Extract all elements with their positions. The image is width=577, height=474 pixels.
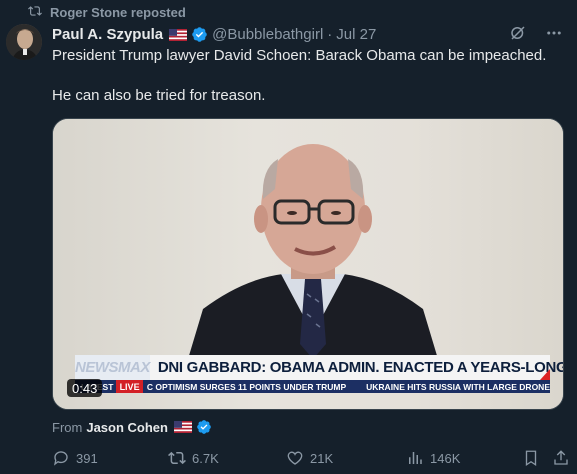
repost-icon	[168, 449, 186, 467]
reply-button[interactable]: 391	[52, 448, 98, 468]
ticker-live: LIVE	[116, 380, 143, 393]
ticker-item: UKRAINE HITS RUSSIA WITH LARGE DRONE	[366, 381, 550, 392]
source-author-name[interactable]: Jason Cohen	[86, 420, 168, 435]
grok-icon[interactable]	[509, 24, 527, 42]
repost-label: Roger Stone reposted	[50, 4, 186, 20]
verified-badge-icon[interactable]	[191, 26, 208, 43]
bookmark-button[interactable]	[522, 448, 540, 468]
red-corner-accent	[540, 369, 550, 380]
tweet-action-bar: 391 6.7K 21K 146K	[52, 448, 570, 468]
like-button[interactable]: 21K	[286, 448, 333, 468]
us-flag-icon	[173, 421, 192, 433]
repost-button[interactable]: 6.7K	[168, 448, 219, 468]
reply-count: 391	[76, 450, 98, 466]
author-name[interactable]: Paul A. Szypula	[52, 26, 163, 43]
news-headline: DNI GABBARD: OBAMA ADMIN. ENACTED A YEAR…	[157, 359, 564, 376]
from-label: From	[52, 419, 83, 435]
headline-bar: NEWSMAX DNI GABBARD: OBAMA ADMIN. ENACTE…	[75, 355, 563, 380]
views-count: 146K	[430, 450, 461, 466]
views-button[interactable]: 146K	[406, 448, 460, 468]
avatar[interactable]	[6, 24, 42, 60]
network-logo: NEWSMAX	[75, 355, 150, 380]
like-count: 21K	[310, 450, 334, 466]
repost-icon	[28, 4, 42, 21]
video-person-image	[188, 144, 438, 359]
news-ticker: LATEST LIVE C OPTIMISM SURGES 11 POINTS …	[75, 380, 550, 393]
video-duration: 0:43	[67, 379, 103, 397]
news-lower-third: NEWSMAX DNI GABBARD: OBAMA ADMIN. ENACTE…	[75, 355, 563, 393]
separator-dot: ·	[327, 25, 333, 43]
share-button[interactable]	[552, 448, 570, 468]
tweet-date[interactable]: Jul 27	[336, 26, 376, 43]
tweet-paragraph: President Trump lawyer David Schoen: Bar…	[52, 47, 547, 64]
repost-count: 6.7K	[192, 450, 219, 466]
verified-badge-icon[interactable]	[196, 419, 212, 435]
repost-indicator[interactable]: Roger Stone reposted	[28, 4, 186, 20]
reply-icon	[52, 449, 70, 467]
views-chart-icon	[406, 449, 424, 467]
tweet-text: President Trump lawyer David Schoen: Bar…	[52, 46, 562, 126]
video-source: From Jason Cohen	[52, 418, 212, 436]
ticker-item: C OPTIMISM SURGES 11 POINTS UNDER TRUMP	[146, 381, 347, 392]
video-player[interactable]: NEWSMAX DNI GABBARD: OBAMA ADMIN. ENACTE…	[52, 118, 564, 410]
tweet-header: Paul A. Szypula @Bubblebathgirl · Jul 27	[52, 24, 376, 44]
share-icon	[552, 449, 570, 467]
more-options-icon[interactable]	[545, 24, 563, 42]
header-actions	[509, 24, 563, 42]
bookmark-icon	[522, 449, 540, 467]
author-handle[interactable]: @Bubblebathgirl	[212, 26, 323, 43]
heart-icon	[286, 449, 304, 467]
us-flag-icon	[169, 28, 188, 41]
tweet-paragraph: He can also be tried for treason.	[52, 87, 266, 104]
